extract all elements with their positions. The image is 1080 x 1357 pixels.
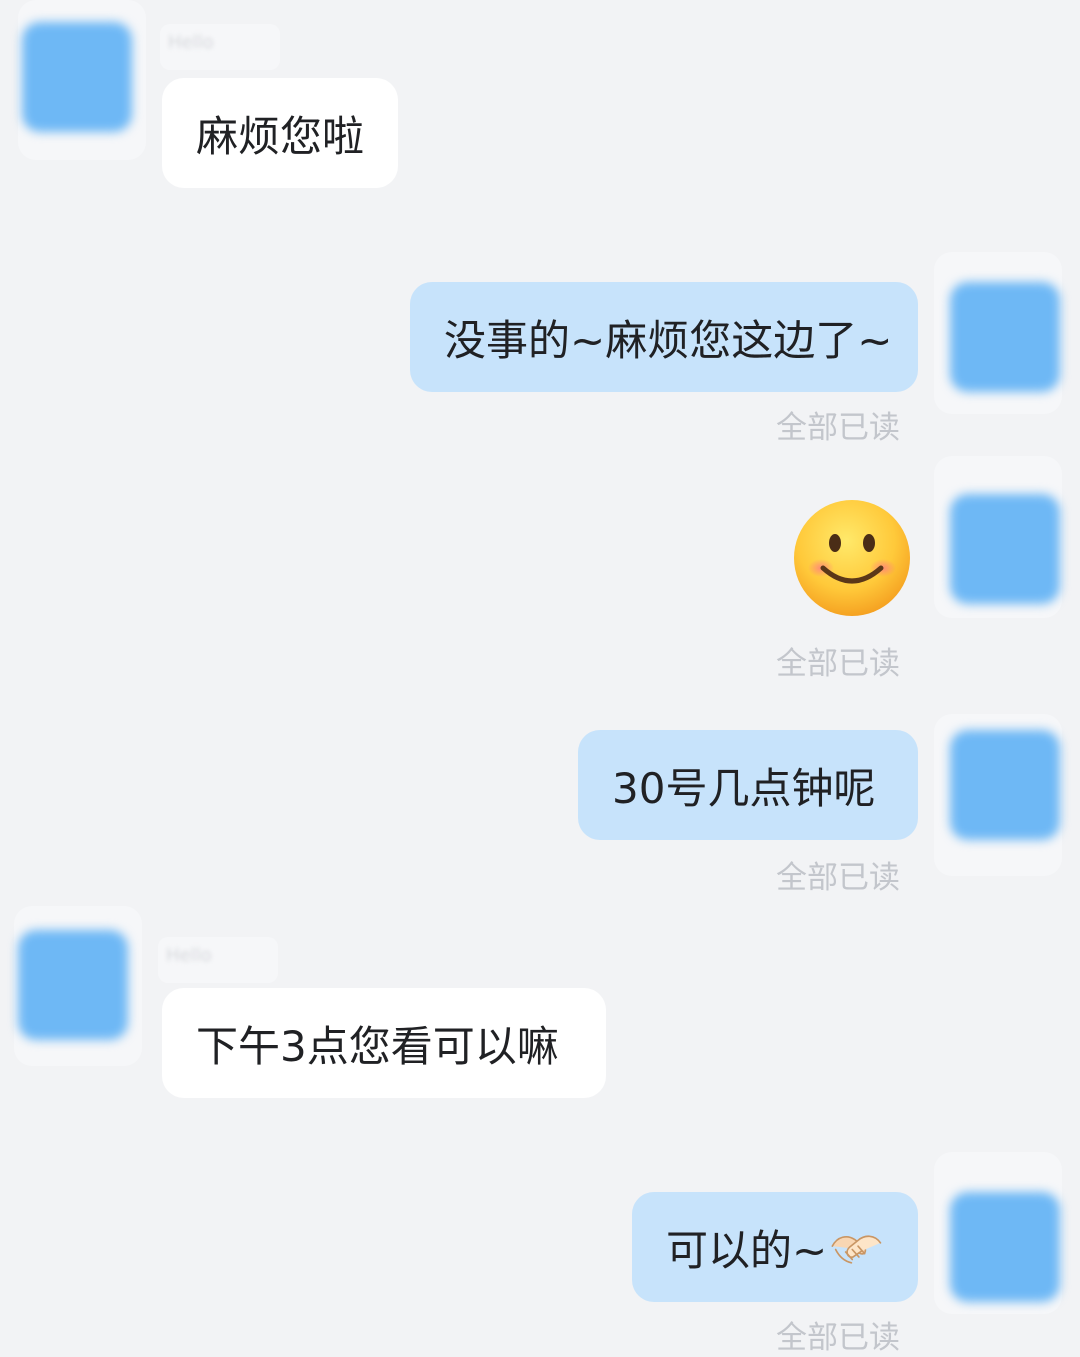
message-text: 30号几点钟呢 xyxy=(612,763,876,813)
message-text: 麻烦您啦 xyxy=(196,111,365,161)
avatar[interactable] xyxy=(22,22,132,132)
message-bubble[interactable]: 下午3点您看可以嘛 xyxy=(162,988,606,1098)
slightly-smiling-face-icon xyxy=(794,500,910,616)
chat-screen: Hello 麻烦您啦 没事的~麻烦您这边了~ 全部已读 全部已读 30号几点钟呢… xyxy=(0,0,1080,1356)
sender-name-tag: Hello xyxy=(160,24,280,70)
avatar[interactable] xyxy=(950,282,1060,392)
sender-name-tag: Hello xyxy=(158,937,278,983)
message-bubble[interactable]: 可以的~ xyxy=(632,1192,918,1302)
avatar[interactable] xyxy=(18,930,128,1040)
read-status: 全部已读 xyxy=(776,410,900,446)
message-text: 下午3点您看可以嘛 xyxy=(196,1021,559,1071)
handshake-icon xyxy=(831,1235,882,1264)
read-status: 全部已读 xyxy=(776,1320,900,1356)
message-text: 没事的~麻烦您这边了~ xyxy=(444,315,893,365)
avatar[interactable] xyxy=(950,494,1060,604)
sender-name: Hello xyxy=(166,945,212,966)
message-bubble[interactable]: 没事的~麻烦您这边了~ xyxy=(410,282,918,392)
sender-name: Hello xyxy=(168,32,214,53)
message-bubble[interactable]: 麻烦您啦 xyxy=(162,78,399,188)
message-bubble[interactable]: 30号几点钟呢 xyxy=(578,730,918,840)
message-emoji[interactable] xyxy=(792,498,912,618)
read-status: 全部已读 xyxy=(776,860,900,896)
read-status: 全部已读 xyxy=(776,646,900,682)
message-text: 可以的~ xyxy=(666,1225,828,1275)
avatar[interactable] xyxy=(950,730,1060,840)
avatar[interactable] xyxy=(950,1192,1060,1302)
